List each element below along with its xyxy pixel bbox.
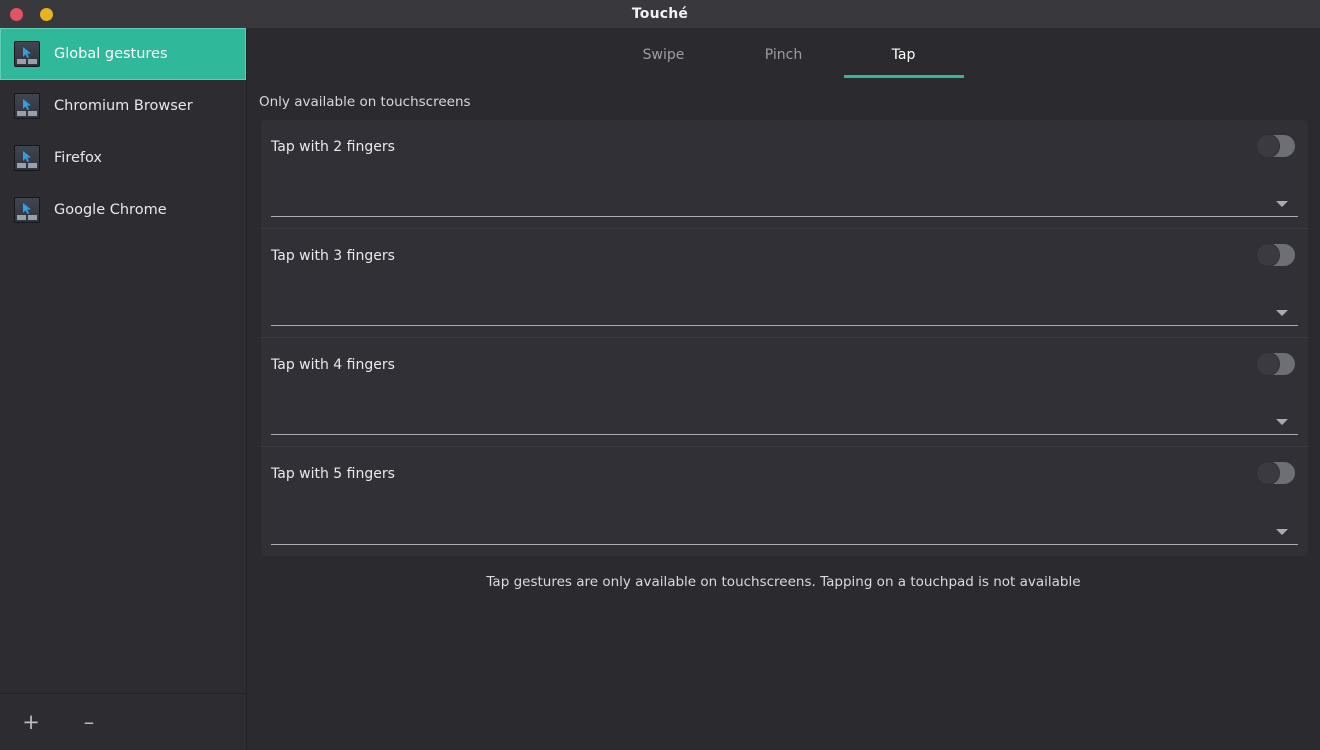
remove-application-button[interactable]: – (74, 707, 104, 737)
chevron-down-icon (1276, 419, 1288, 425)
gesture-title: Tap with 3 fingers (271, 248, 395, 264)
close-button[interactable] (10, 7, 23, 21)
touche-window: Touché Global gestures Chromium Browser … (0, 0, 1320, 750)
gesture-row: Tap with 5 fingers (261, 447, 1308, 556)
gesture-action-select[interactable] (271, 286, 1298, 326)
gesture-action-select[interactable] (271, 505, 1298, 545)
tab-tap[interactable]: Tap (843, 34, 964, 78)
sidebar-app-list: Global gestures Chromium Browser Firefox (0, 28, 246, 693)
gesture-title: Tap with 2 fingers (271, 139, 395, 155)
sidebar-item-firefox[interactable]: Firefox (0, 132, 246, 184)
sidebar-item-global-gestures[interactable]: Global gestures (0, 28, 246, 80)
gesture-enable-toggle[interactable] (1257, 353, 1295, 375)
window-body: Global gestures Chromium Browser Firefox (0, 28, 1320, 750)
sidebar-item-label: Google Chrome (54, 201, 167, 218)
sidebar-item-chromium-browser[interactable]: Chromium Browser (0, 80, 246, 132)
gesture-row: Tap with 2 fingers (261, 120, 1308, 229)
title-bar: Touché (0, 0, 1320, 28)
content-area: Swipe Pinch Tap Only available on touchs… (247, 28, 1320, 750)
sidebar-item-label: Firefox (54, 149, 102, 166)
touchpad-cursor-icon (14, 41, 40, 67)
gesture-enable-toggle[interactable] (1257, 244, 1295, 266)
sidebar-footer: + – (0, 693, 246, 750)
sidebar-item-label: Chromium Browser (54, 97, 193, 114)
touchpad-cursor-icon (14, 93, 40, 119)
sidebar-item-google-chrome[interactable]: Google Chrome (0, 184, 246, 236)
window-controls (0, 7, 53, 21)
gesture-type-tabs: Swipe Pinch Tap (247, 28, 1320, 78)
sidebar: Global gestures Chromium Browser Firefox (0, 28, 247, 750)
sidebar-item-label: Global gestures (54, 45, 168, 62)
gesture-row: Tap with 4 fingers (261, 338, 1308, 447)
touchscreen-footer-note: Tap gestures are only available on touch… (486, 574, 1081, 590)
tab-swipe[interactable]: Swipe (604, 34, 724, 78)
add-application-button[interactable]: + (16, 707, 46, 737)
chevron-down-icon (1276, 310, 1288, 316)
gesture-title: Tap with 4 fingers (271, 357, 395, 373)
touchpad-cursor-icon (14, 197, 40, 223)
minimize-button[interactable] (40, 7, 53, 21)
availability-note: Only available on touchscreens (259, 94, 471, 110)
window-title: Touché (631, 6, 689, 22)
touchpad-cursor-icon (14, 145, 40, 171)
chevron-down-icon (1276, 529, 1288, 535)
chevron-down-icon (1276, 201, 1288, 207)
gesture-row: Tap with 3 fingers (261, 229, 1308, 338)
gesture-enable-toggle[interactable] (1257, 135, 1295, 157)
gesture-action-select[interactable] (271, 177, 1298, 217)
gesture-title: Tap with 5 fingers (271, 466, 395, 482)
gesture-action-select[interactable] (271, 395, 1298, 435)
gesture-enable-toggle[interactable] (1257, 462, 1295, 484)
gesture-list: Tap with 2 fingers Tap with 3 fingers Ta… (261, 120, 1308, 556)
tab-pinch[interactable]: Pinch (724, 34, 844, 78)
